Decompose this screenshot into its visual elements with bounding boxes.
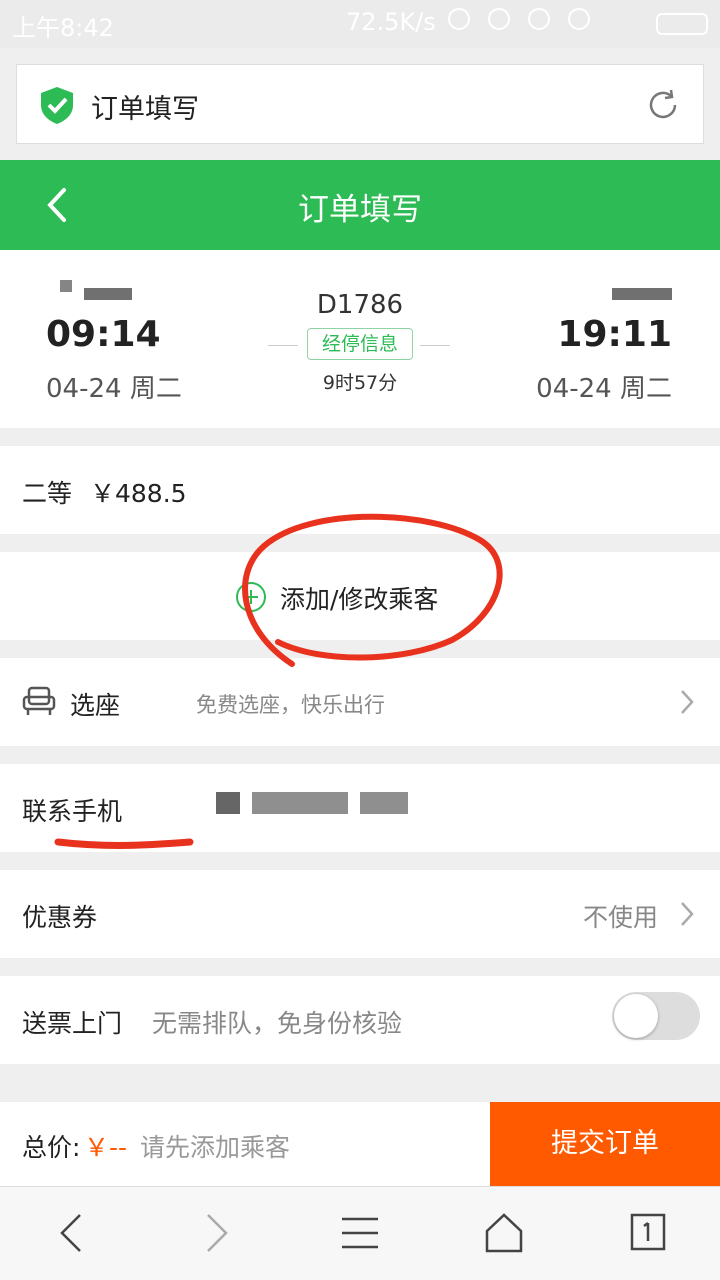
divider-left [268,345,298,346]
tabs-icon[interactable] [628,1211,668,1255]
total-price-label: 总价: [22,1133,81,1162]
page-title: 订单填写 [298,192,422,228]
delivery-toggle[interactable] [612,992,700,1040]
seat-selection-hint: 免费选座，快乐出行 [196,693,385,717]
phone-number-redacted-2 [252,792,348,814]
reload-icon[interactable] [645,87,681,123]
status-icons [448,8,590,30]
add-passenger-label: 添加/修改乘客 [280,585,439,614]
seat-price: ￥488.5 [90,479,187,508]
add-circle-icon [236,582,266,612]
forward-icon[interactable] [198,1211,234,1255]
wifi-icon [528,8,550,30]
total-price-hint: 请先添加乘客 [140,1133,291,1162]
browser-page-title: 订单填写 [91,94,199,125]
page-header: 订单填写 [0,160,720,250]
browser-address-bar[interactable]: 订单填写 [16,64,704,144]
chevron-right-icon [681,902,694,926]
train-info-card: 09:14 04-24 周二 D1786 经停信息 9时57分 19:11 04… [0,250,720,428]
ticket-delivery-label: 送票上门 [22,1009,123,1038]
divider-right [420,345,450,346]
ticket-delivery-hint: 无需排队，免身份核验 [152,1009,403,1038]
submit-order-button[interactable]: 提交订单 [490,1102,720,1186]
total-price-value: ￥-- [84,1133,128,1162]
coupon-row[interactable]: 优惠券 不使用 [0,870,720,958]
coupon-value: 不使用 [582,903,658,932]
ticket-delivery-row: 送票上门 无需排队，免身份核验 [0,976,720,1064]
network-speed: 72.5K/s [346,8,436,36]
secure-shield-icon [41,87,73,124]
signal-icon [568,8,590,30]
status-bar: 上午8:42 72.5K/s [0,0,720,48]
phone-number-redacted [216,792,240,814]
menu-icon[interactable] [340,1211,380,1255]
seat-icon [22,686,56,715]
seat-selection-label: 选座 [70,691,121,720]
mute-icon [448,8,470,30]
home-icon[interactable] [484,1211,524,1255]
coupon-label: 优惠券 [22,903,98,932]
seat-selection-row[interactable]: 选座 免费选座，快乐出行 [0,658,720,746]
departure-time: 09:14 [46,314,161,355]
status-time: 上午8:42 [12,14,114,42]
arrival-time: 19:11 [557,314,672,355]
arrival-date: 04-24 周二 [536,374,672,404]
contact-phone-row[interactable]: 联系手机 [0,764,720,852]
browser-nav-bar [0,1186,720,1280]
alarm-icon [488,8,510,30]
phone-number-redacted-3 [360,792,408,814]
seat-class-label: 二等 [22,479,73,508]
contact-phone-label: 联系手机 [22,797,123,826]
add-passenger-button[interactable]: 添加/修改乘客 [0,552,720,640]
back-icon[interactable] [54,1211,90,1255]
chevron-right-icon [681,690,694,714]
seat-class-row: 二等 ￥488.5 [0,446,720,534]
stops-info-button[interactable]: 经停信息 [307,328,413,360]
order-footer: 总价: ￥-- 请先添加乘客 提交订单 [0,1102,720,1186]
toggle-knob [614,994,658,1038]
battery-icon [656,13,708,35]
